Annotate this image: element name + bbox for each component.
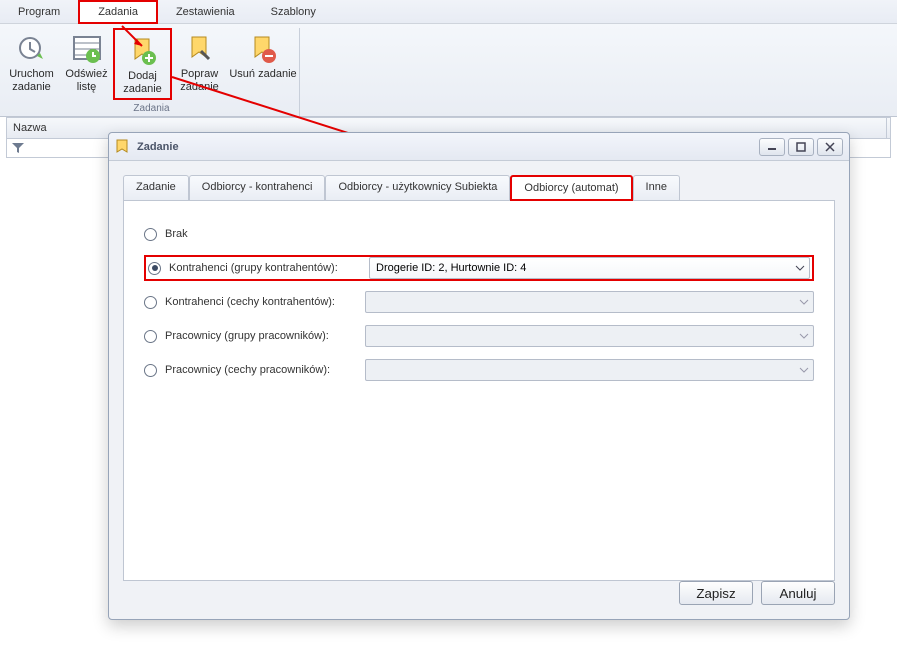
ribbon-btn-label2: zadanie (180, 81, 219, 93)
radio-icon (144, 296, 157, 309)
ribbon-btn-label: Dodaj (128, 70, 157, 82)
option-kontrahenci-cechy[interactable]: Kontrahenci (cechy kontrahentów): (144, 289, 814, 315)
tab-odbiorcy-automat[interactable]: Odbiorcy (automat) (510, 175, 632, 201)
bookmark-delete-icon (247, 34, 279, 66)
chevron-down-icon (799, 331, 809, 341)
modal-tabstrip: Zadanie Odbiorcy - kontrahenci Odbiorcy … (123, 175, 835, 201)
option-label: Kontrahenci (cechy kontrahentów): (165, 296, 365, 308)
modal-zadanie: Zadanie Zadanie Odbiorcy - kontrahenci O… (108, 132, 850, 620)
ribbon-btn-label: Popraw (181, 68, 218, 80)
menu-bar: Program Zadania Zestawienia Szablony (0, 0, 897, 24)
ribbon-btn-popraw-zadanie[interactable]: Poprawzadanie (172, 28, 227, 100)
select-pracownicy-cechy[interactable] (365, 359, 814, 381)
window-minimize-button[interactable] (759, 138, 785, 156)
window-close-button[interactable] (817, 138, 843, 156)
filter-icon (11, 141, 25, 155)
option-label: Kontrahenci (grupy kontrahentów): (169, 262, 369, 274)
tab-odbiorcy-uzytkownicy-subiekta[interactable]: Odbiorcy - użytkownicy Subiekta (325, 175, 510, 200)
ribbon-btn-dodaj-zadanie[interactable]: Dodajzadanie (115, 30, 170, 98)
ribbon-btn-usun-zadanie[interactable]: Usuń zadanie (227, 28, 299, 100)
ribbon-highlight: Dodajzadanie (113, 28, 172, 100)
radio-icon (144, 364, 157, 377)
option-pracownicy-cechy[interactable]: Pracownicy (cechy pracowników): (144, 357, 814, 383)
select-kontrahenci-grupy[interactable]: Drogerie ID: 2, Hurtownie ID: 4 (369, 257, 810, 279)
chevron-down-icon (795, 263, 805, 273)
option-label: Brak (165, 228, 365, 240)
bookmark-add-icon (127, 36, 159, 68)
window-maximize-button[interactable] (788, 138, 814, 156)
ribbon-group-caption: Zadania (4, 100, 299, 116)
radio-icon (144, 228, 157, 241)
ribbon: Uruchomzadanie Odświeżlistę Dodajzadanie (0, 24, 897, 117)
save-button[interactable]: Zapisz (679, 581, 753, 605)
modal-titlebar: Zadanie (109, 133, 849, 161)
tab-odbiorcy-kontrahenci[interactable]: Odbiorcy - kontrahenci (189, 175, 326, 200)
modal-footer: Zapisz Anuluj (671, 581, 835, 605)
menu-item-szablony[interactable]: Szablony (253, 2, 334, 22)
maximize-icon (796, 142, 806, 152)
select-kontrahenci-cechy[interactable] (365, 291, 814, 313)
select-pracownicy-grupy[interactable] (365, 325, 814, 347)
cancel-button[interactable]: Anuluj (761, 581, 835, 605)
radio-icon (144, 330, 157, 343)
ribbon-btn-label: Usuń zadanie (229, 68, 296, 80)
tab-zadanie[interactable]: Zadanie (123, 175, 189, 200)
modal-title-icon (115, 139, 131, 155)
clock-run-icon (16, 34, 48, 66)
refresh-grid-icon (71, 34, 103, 66)
modal-title: Zadanie (137, 141, 756, 153)
option-kontrahenci-grupy[interactable]: Kontrahenci (grupy kontrahentów): Droger… (144, 255, 814, 281)
select-value: Drogerie ID: 2, Hurtownie ID: 4 (376, 262, 526, 274)
tab-inne[interactable]: Inne (633, 175, 680, 200)
bookmark-edit-icon (184, 34, 216, 66)
close-icon (825, 142, 835, 152)
ribbon-btn-uruchom-zadanie[interactable]: Uruchomzadanie (4, 28, 59, 100)
ribbon-btn-label: Odśwież (65, 68, 107, 80)
option-brak[interactable]: Brak (144, 221, 814, 247)
ribbon-group-zadania: Uruchomzadanie Odświeżlistę Dodajzadanie (4, 28, 300, 116)
menu-item-zadania[interactable]: Zadania (78, 0, 158, 24)
chevron-down-icon (799, 297, 809, 307)
ribbon-btn-odswiez-liste[interactable]: Odświeżlistę (59, 28, 114, 100)
menu-item-zestawienia[interactable]: Zestawienia (158, 2, 253, 22)
minimize-icon (767, 142, 777, 152)
chevron-down-icon (799, 365, 809, 375)
option-pracownicy-grupy[interactable]: Pracownicy (grupy pracowników): (144, 323, 814, 349)
ribbon-btn-label2: zadanie (12, 81, 51, 93)
radio-icon (148, 262, 161, 275)
option-label: Pracownicy (grupy pracowników): (165, 330, 365, 342)
ribbon-btn-label2: listę (77, 81, 97, 93)
modal-content: Brak Kontrahenci (grupy kontrahentów): D… (123, 201, 835, 581)
ribbon-btn-label: Uruchom (9, 68, 54, 80)
menu-item-program[interactable]: Program (0, 2, 78, 22)
option-label: Pracownicy (cechy pracowników): (165, 364, 365, 376)
ribbon-btn-label2: zadanie (123, 83, 162, 95)
